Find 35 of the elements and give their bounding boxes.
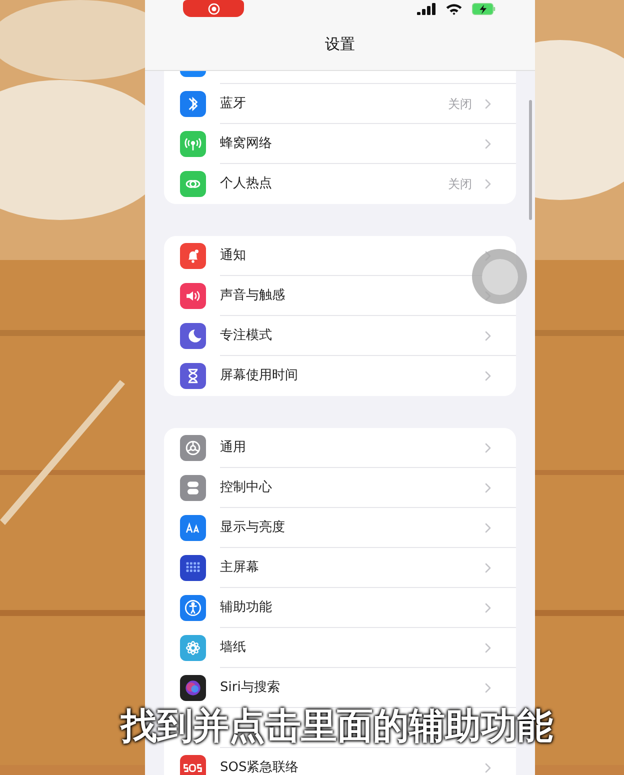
signal-icon (417, 3, 437, 15)
setting-label[interactable]: 通知 (220, 246, 246, 266)
setting-label[interactable]: 个人热点 (220, 174, 272, 194)
control-icon (180, 475, 206, 501)
setting-value: 关闭 (448, 96, 472, 112)
setting-label[interactable]: 主屏幕 (220, 558, 259, 578)
accessibility-icon (180, 595, 206, 621)
setting-label[interactable]: 辅助功能 (220, 598, 272, 618)
setting-label[interactable]: 屏幕使用时间 (220, 366, 298, 386)
setting-label[interactable]: 蓝牙 (220, 94, 246, 114)
setting-value: 关闭 (448, 176, 472, 193)
cellular-icon (180, 131, 206, 157)
setting-label[interactable]: SOS紧急联络 (220, 758, 299, 775)
screentime-icon (180, 363, 206, 389)
home-icon (180, 555, 206, 581)
siri-icon (180, 675, 206, 701)
general-icon (180, 435, 206, 461)
bluetooth-icon (180, 91, 206, 117)
setting-label[interactable]: 通用 (220, 438, 246, 458)
setting-label[interactable]: 声音与触感 (220, 286, 285, 306)
record-icon (208, 2, 220, 14)
setting-label[interactable]: 墙纸 (220, 638, 246, 658)
setting-label[interactable]: 控制中心 (220, 478, 272, 498)
window-title: 设置 (325, 34, 355, 55)
sound-icon (180, 283, 206, 309)
setting-label[interactable]: 显示与亮度 (220, 518, 285, 538)
display-icon (180, 515, 206, 541)
battery-icon (471, 3, 497, 15)
focus-icon (180, 323, 206, 349)
wallpaper-icon (180, 635, 206, 661)
setting-label[interactable]: Siri与搜索 (220, 678, 280, 698)
hotspot-icon (180, 171, 206, 197)
setting-label[interactable]: 专注模式 (220, 326, 272, 346)
notifications-icon (180, 243, 206, 269)
setting-label[interactable]: 蜂窝网络 (220, 134, 272, 154)
